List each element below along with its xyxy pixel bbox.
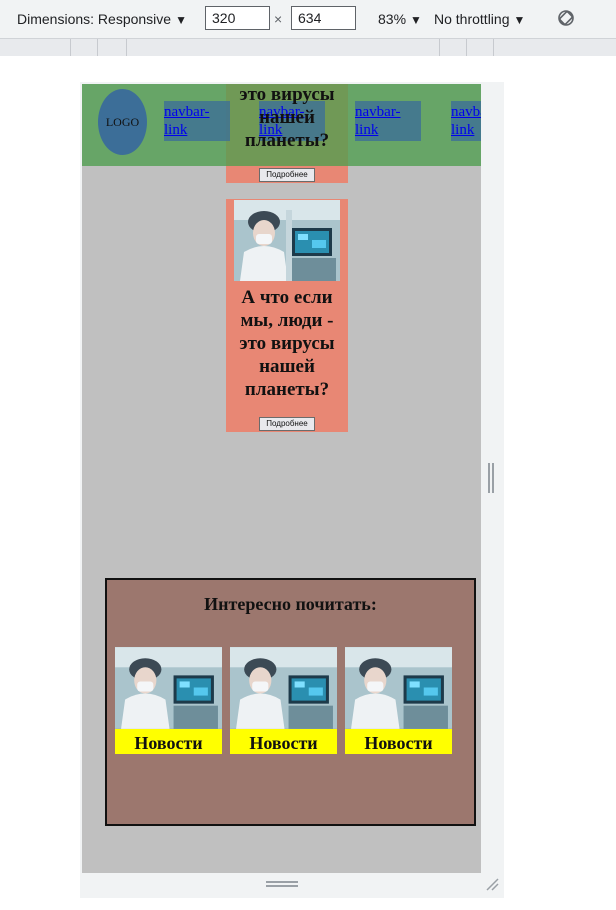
hero-more-button[interactable]: Подробнее: [259, 168, 315, 182]
navbar-link-3[interactable]: navbar- link: [355, 101, 421, 141]
navbar-link-4[interactable]: navbar- link: [451, 101, 481, 141]
news-image: [345, 647, 452, 729]
zoom-label: 83%: [378, 11, 407, 27]
hero-title: это вирусы нашей планеты?: [239, 84, 335, 151]
news-label: Новости: [115, 729, 222, 754]
news-card[interactable]: Новости: [115, 647, 222, 754]
caret-down-icon: ▼: [175, 13, 187, 27]
dimensions-label: Dimensions: Responsive: [17, 11, 172, 27]
device-viewport: Подробнее А что если мы, люди - это виру…: [82, 84, 481, 873]
width-input[interactable]: 320: [205, 6, 270, 30]
caret-down-icon: ▼: [410, 13, 422, 27]
zoom-dropdown[interactable]: 83% ▼: [378, 11, 422, 27]
devtools-toolbar: Dimensions: Responsive ▼ 320 × 634 83% ▼ N…: [0, 0, 616, 39]
news-image: [230, 647, 337, 729]
news-image: [115, 647, 222, 729]
news-card[interactable]: Новости: [230, 647, 337, 754]
news-label: Новости: [345, 729, 452, 754]
logo[interactable]: LOGO: [98, 89, 147, 155]
height-input[interactable]: 634: [291, 6, 356, 30]
article-card: А что если мы, люди - это вирусы нашей п…: [226, 199, 348, 432]
article-more-button[interactable]: Подробнее: [259, 417, 315, 431]
lab-scientist-image: [234, 200, 340, 281]
times-symbol: ×: [274, 11, 283, 27]
rotate-icon[interactable]: [557, 9, 575, 27]
media-query-ruler: [0, 39, 616, 56]
throttling-dropdown[interactable]: No throttling ▼: [434, 11, 525, 27]
article-title: А что если мы, люди - это вирусы нашей п…: [239, 287, 335, 400]
resize-handle-right[interactable]: [488, 463, 494, 493]
caret-down-icon: ▼: [513, 13, 526, 27]
reading-section: Интересно почитать: Новости Новости Ново…: [105, 578, 476, 826]
dimensions-dropdown[interactable]: Dimensions: Responsive ▼: [17, 11, 187, 27]
resize-handle-bottom[interactable]: [266, 881, 298, 887]
news-label: Новости: [230, 729, 337, 754]
reading-title: Интересно почитать:: [204, 594, 377, 614]
news-card[interactable]: Новости: [345, 647, 452, 754]
corner-resize-icon[interactable]: [484, 876, 500, 892]
navbar-link-1[interactable]: navbar- link: [164, 101, 230, 141]
throttling-label: No throttling: [434, 11, 510, 27]
article-image: [234, 200, 340, 281]
